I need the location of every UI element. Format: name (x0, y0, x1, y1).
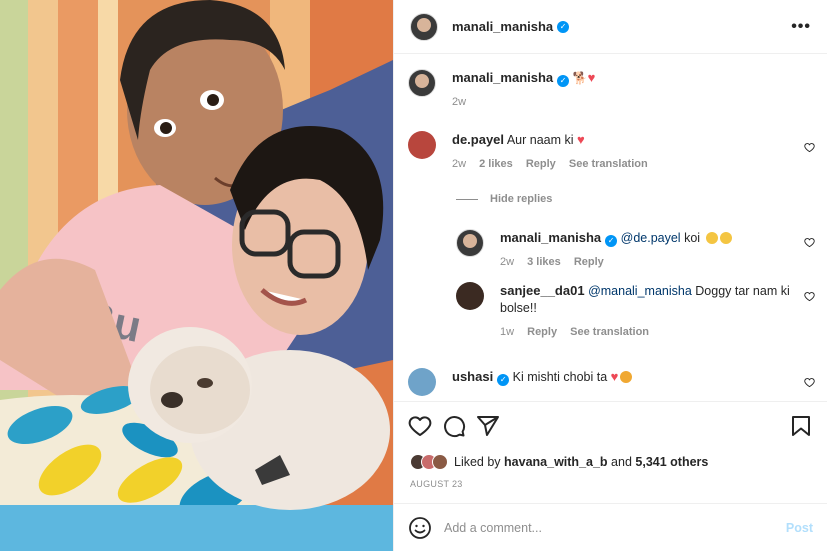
comment-item: ushasi ✓ Ki mishti chobi ta ♥ (408, 368, 815, 396)
liker-avatar (432, 454, 448, 470)
reply-age: 1w (500, 326, 515, 338)
reply-body: koi (684, 231, 701, 245)
comment-likes-link[interactable]: 2 likes (479, 158, 513, 170)
emoji-smile-icon[interactable] (408, 516, 432, 540)
red-heart-emoji: ♥ (577, 132, 585, 147)
verified-badge-icon: ✓ (497, 374, 510, 386)
reply-username[interactable]: sanjee__da01 (500, 283, 585, 298)
like-comment-heart-icon[interactable] (804, 142, 815, 153)
reply-meta: 2w 3 likes Reply (500, 254, 815, 271)
caption: manali_manisha ✓ 🐕♥ 2w (408, 69, 815, 111)
comment-body: Aur naam ki (506, 133, 574, 147)
red-heart-emoji: ♥ (610, 369, 619, 384)
reply-text: manali_manisha ✓ @de.payel koi (500, 229, 815, 247)
post-date: AUGUST 23 (410, 479, 463, 489)
post-photo-illustration: Bu (0, 0, 393, 551)
likes-summary[interactable]: Liked by havana_with_a_b and 5,341 other… (410, 454, 811, 470)
comment-icon[interactable] (442, 414, 466, 438)
mention-link[interactable]: @de.payel (621, 231, 681, 245)
reply-item: sanjee__da01 @manali_manisha Doggy tar n… (456, 282, 815, 341)
hide-replies-button[interactable]: Hide replies (456, 193, 552, 205)
reply-text: sanjee__da01 @manali_manisha Doggy tar n… (500, 282, 793, 317)
commenter-avatar[interactable] (408, 131, 436, 159)
comment-body: Ki mishti chobi ta (512, 370, 608, 384)
caption-avatar[interactable] (408, 69, 436, 97)
comment-text: ushasi ✓ Ki mishti chobi ta ♥ (452, 368, 815, 386)
post-details-panel: manali_manisha ✓ ••• manali_manisha ✓ 🐕♥ … (393, 0, 827, 551)
bookmark-icon[interactable] (789, 414, 813, 438)
caption-username[interactable]: manali_manisha (452, 70, 553, 85)
liked-by-user[interactable]: havana_with_a_b (504, 455, 608, 469)
see-translation-button[interactable]: See translation (570, 326, 649, 338)
post-header: manali_manisha ✓ ••• (394, 0, 827, 54)
like-reply-heart-icon[interactable] (804, 291, 815, 302)
comments-list[interactable]: manali_manisha ✓ 🐕♥ 2w de.payel Aur naam … (394, 55, 827, 400)
reply-item: manali_manisha ✓ @de.payel koi 2w 3 likes… (456, 229, 815, 271)
dog-emoji: 🐕 (572, 71, 588, 85)
more-horizontal-icon[interactable]: ••• (791, 18, 811, 36)
smiling-face-emoji (719, 232, 732, 244)
add-comment-input[interactable] (444, 520, 786, 535)
replier-avatar[interactable] (456, 229, 484, 257)
post-comment-button[interactable]: Post (786, 521, 813, 535)
heart-icon[interactable] (408, 414, 432, 438)
reply-button[interactable]: Reply (574, 256, 604, 268)
likes-count[interactable]: 5,341 others (635, 455, 708, 469)
caption-text: manali_manisha ✓ 🐕♥ (452, 69, 815, 87)
like-comment-heart-icon[interactable] (804, 377, 815, 388)
reply-likes-link[interactable]: 3 likes (527, 256, 561, 268)
comment-item: de.payel Aur naam ki ♥ 2w 2 likes Reply … (408, 131, 815, 173)
comment-username[interactable]: ushasi (452, 369, 493, 384)
caption-meta: 2w (452, 94, 815, 111)
smiling-face-emoji (705, 232, 718, 244)
see-translation-button[interactable]: See translation (569, 158, 648, 170)
liked-by-and: and (611, 455, 632, 469)
star-struck-emoji (620, 371, 633, 383)
reply-age: 2w (500, 256, 515, 268)
reply-button[interactable]: Reply (526, 158, 556, 170)
verified-badge-icon: ✓ (605, 235, 618, 247)
post-photo[interactable]: Bu (0, 0, 393, 551)
caption-age: 2w (452, 96, 467, 108)
author-username[interactable]: manali_manisha (452, 19, 553, 34)
share-icon[interactable] (476, 414, 500, 438)
comment-username[interactable]: de.payel (452, 132, 504, 147)
mention-link[interactable]: @manali_manisha (588, 284, 692, 298)
like-reply-heart-icon[interactable] (804, 237, 815, 248)
add-comment-bar: Post (394, 503, 827, 551)
author-avatar[interactable] (410, 12, 438, 41)
reply-username[interactable]: manali_manisha (500, 230, 601, 245)
comment-age: 2w (452, 158, 467, 170)
liked-by-prefix: Liked by (454, 455, 501, 469)
post-actions-bar (394, 401, 827, 449)
verified-badge-icon: ✓ (557, 20, 570, 33)
comment-meta: 2w 2 likes Reply See translation (452, 156, 815, 173)
verified-badge-icon: ✓ (557, 75, 570, 87)
commenter-avatar[interactable] (408, 368, 436, 396)
reply-meta: 1w Reply See translation (500, 324, 793, 341)
reply-button[interactable]: Reply (527, 326, 557, 338)
replier-avatar[interactable] (456, 282, 484, 310)
comment-text: de.payel Aur naam ki ♥ (452, 131, 815, 149)
red-heart-emoji: ♥ (587, 70, 596, 85)
liker-avatars (410, 454, 448, 470)
